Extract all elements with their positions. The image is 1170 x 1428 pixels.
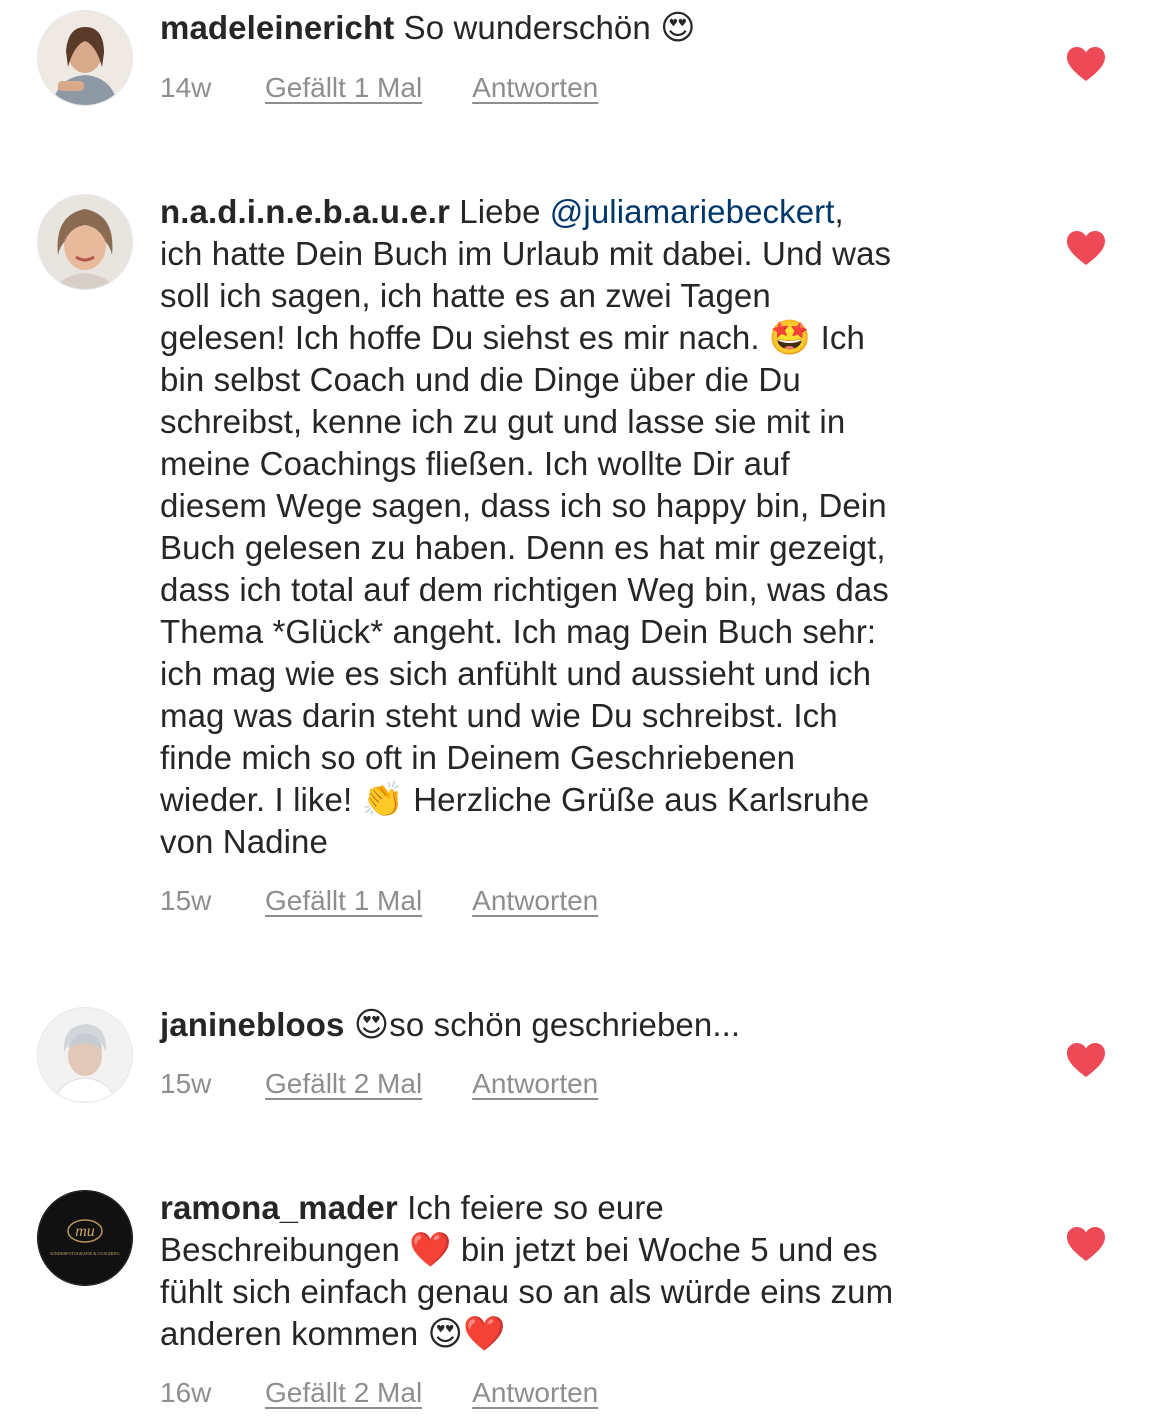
avatar-logo-text: KINDERFOTOGRAFIE & COACHING [50, 1251, 119, 1256]
heart-eyes-emoji: 😍 [427, 1315, 464, 1353]
comment-meta: 14w Gefällt 1 Mal Antworten [160, 72, 598, 104]
timestamp: 14w [160, 72, 212, 103]
red-heart-emoji: ❤️ [409, 1231, 452, 1269]
red-heart-emoji: ❤️ [463, 1315, 506, 1353]
comment-text: madeleinericht So wunderschön 😍 [160, 7, 1020, 49]
reply-button[interactable]: Antworten [472, 1377, 598, 1409]
comment-meta: 15w Gefällt 1 Mal Antworten [160, 885, 598, 917]
avatar-woman-photo-icon [38, 1008, 132, 1102]
liked-heart-icon[interactable] [1066, 46, 1106, 82]
avatar[interactable] [37, 1007, 133, 1103]
comment-body: So wunderschön [403, 9, 661, 46]
reply-button[interactable]: Antworten [472, 72, 598, 104]
clapping-hands-emoji: 👏 [361, 781, 404, 819]
timestamp: 15w [160, 885, 212, 916]
timestamp: 15w [160, 1068, 212, 1099]
username-link[interactable]: janinebloos [160, 1006, 344, 1043]
heart-eyes-emoji: 😍 [353, 1006, 390, 1044]
heart-eyes-emoji: 😍 [660, 9, 696, 47]
username-link[interactable]: ramona_mader [160, 1189, 398, 1226]
mention-link[interactable]: @juliamariebeckert [550, 193, 835, 230]
liked-heart-icon[interactable] [1066, 230, 1106, 266]
avatar-woman-photo-icon [38, 195, 132, 289]
comment-text: janinebloos 😍so schön geschrieben... [160, 1004, 1020, 1046]
reply-button[interactable]: Antworten [472, 1068, 598, 1100]
likes-count-link[interactable]: Gefällt 2 Mal [265, 1068, 422, 1100]
svg-text:mu: mu [75, 1223, 95, 1240]
timestamp: 16w [160, 1377, 212, 1408]
star-struck-emoji: 🤩 [768, 319, 812, 357]
comment-meta: 16w Gefällt 2 Mal Antworten [160, 1377, 598, 1409]
liked-heart-icon[interactable] [1066, 1226, 1106, 1262]
comment-body: Liebe [459, 193, 550, 230]
avatar[interactable]: mu KINDERFOTOGRAFIE & COACHING [37, 1190, 133, 1286]
reply-button[interactable]: Antworten [472, 885, 598, 917]
comment-text: n.a.d.i.n.e.b.a.u.e.r Liebe @juliamarieb… [160, 191, 1020, 863]
comment-body: Ich bin selbst Coach und die Dinge über … [160, 319, 889, 818]
comment-text: ramona_mader Ich feiere so eure Beschrei… [160, 1187, 1020, 1355]
avatar-logo-mu-icon: mu KINDERFOTOGRAFIE & COACHING [38, 1191, 132, 1285]
likes-count-link[interactable]: Gefällt 1 Mal [265, 72, 422, 104]
username-link[interactable]: n.a.d.i.n.e.b.a.u.e.r [160, 193, 450, 230]
avatar[interactable] [37, 194, 133, 290]
comment-meta: 15w Gefällt 2 Mal Antworten [160, 1068, 598, 1100]
avatar-woman-photo-icon [38, 11, 132, 105]
likes-count-link[interactable]: Gefällt 1 Mal [265, 885, 422, 917]
username-link[interactable]: madeleinericht [160, 9, 394, 46]
comment-body: so schön geschrieben... [389, 1006, 741, 1043]
likes-count-link[interactable]: Gefällt 2 Mal [265, 1377, 422, 1409]
liked-heart-icon[interactable] [1066, 1042, 1106, 1078]
avatar[interactable] [37, 10, 133, 106]
